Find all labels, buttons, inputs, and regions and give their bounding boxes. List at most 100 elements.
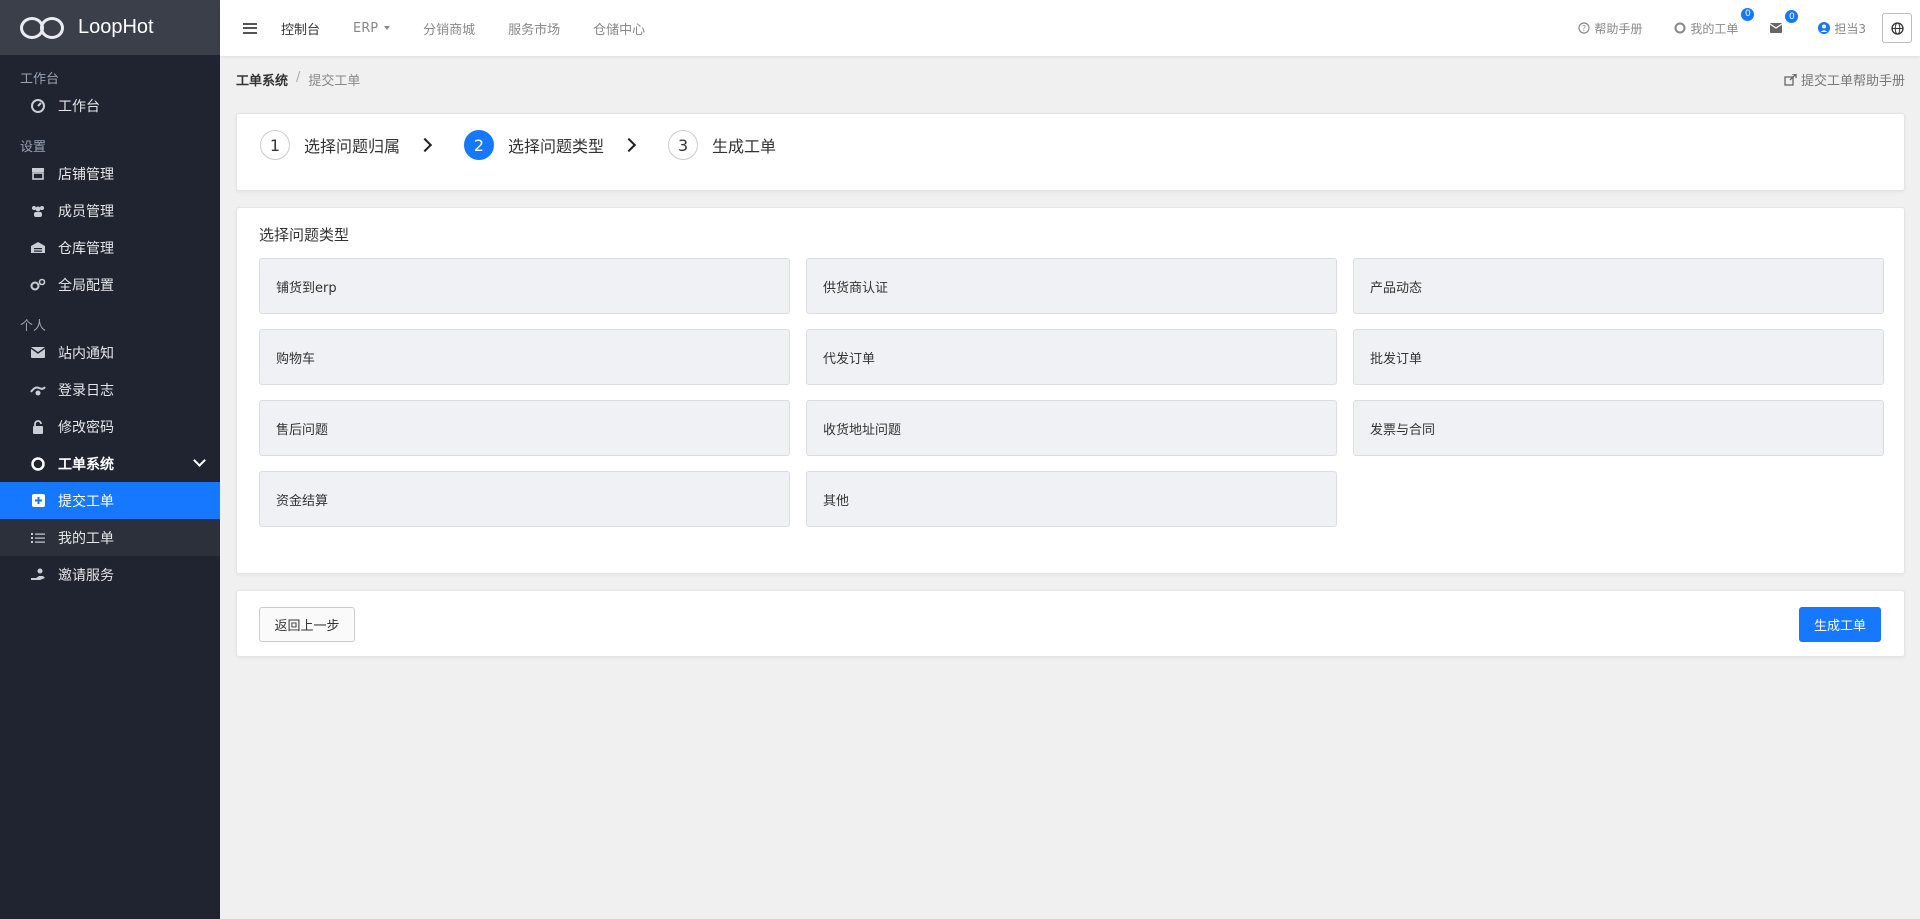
nav-erp-dropdown[interactable]: ERP	[353, 20, 391, 36]
mail-badge: 0	[1785, 10, 1799, 23]
users-icon	[30, 203, 46, 219]
sidebar-item-label: 修改密码	[58, 419, 114, 436]
step-3: 3 生成工单	[668, 130, 776, 160]
cogs-icon	[30, 277, 46, 293]
language-button[interactable]	[1882, 13, 1912, 43]
user-circle-icon	[1818, 22, 1831, 34]
issue-type-grid: 铺货到erp 供货商认证 产品动态 购物车 代发订单 批发订单 售后问题 收货地…	[259, 258, 1884, 527]
envelope-icon	[30, 345, 46, 361]
nav-erp-label: ERP	[353, 20, 379, 36]
issue-type-option[interactable]: 铺货到erp	[259, 258, 790, 314]
sidebar-item-warehouse[interactable]: 仓库管理	[0, 229, 220, 266]
steps-card: 1 选择问题归属 2 选择问题类型 3 生成工单	[236, 113, 1905, 191]
sidebar-item-members[interactable]: 成员管理	[0, 192, 220, 229]
sidebar-item-ticket-system[interactable]: 工单系统	[0, 445, 220, 482]
step-1: 1 选择问题归属	[260, 130, 400, 160]
globe-icon	[1890, 21, 1904, 35]
external-link-icon	[1784, 73, 1797, 86]
issue-type-option[interactable]: 售后问题	[259, 400, 790, 456]
sidebar-item-notifications[interactable]: 站内通知	[0, 334, 220, 371]
menu-toggle-icon[interactable]	[243, 22, 257, 34]
my-tickets-badge: 0	[1741, 7, 1755, 21]
chevron-right-icon	[621, 137, 637, 153]
sidebar-item-label: 成员管理	[58, 203, 114, 220]
issue-type-option[interactable]: 资金结算	[259, 471, 790, 527]
sidebar-item-login-log[interactable]: 登录日志	[0, 371, 220, 408]
sidebar-item-label: 邀请服务	[58, 567, 114, 584]
sidebar-item-label: 提交工单	[58, 493, 114, 510]
step-label: 生成工单	[712, 137, 777, 156]
plus-square-icon	[30, 493, 46, 509]
issue-type-card: 选择问题类型 铺货到erp 供货商认证 产品动态 购物车 代发订单 批发订单 售…	[236, 207, 1905, 574]
breadcrumb: 工单系统 / 提交工单	[236, 70, 360, 89]
section-title-personal: 个人	[20, 319, 47, 334]
fingerprint-icon	[30, 382, 46, 398]
dashboard-icon	[30, 98, 46, 114]
hand-icon	[30, 567, 46, 583]
help-manual-link[interactable]: ? 帮助手册	[1578, 20, 1642, 37]
my-tickets-label: 我的工单	[1690, 21, 1739, 36]
stepper: 1 选择问题归属 2 选择问题类型 3 生成工单	[260, 130, 776, 160]
lifebuoy-icon	[30, 456, 46, 472]
sidebar-item-label: 登录日志	[58, 382, 114, 399]
infinity-logo-icon	[20, 16, 66, 39]
user-menu[interactable]: 担当3	[1818, 20, 1866, 37]
issue-type-option[interactable]: 批发订单	[1353, 329, 1884, 385]
chevron-down-icon	[193, 454, 206, 467]
warehouse-icon	[30, 240, 46, 256]
sidebar-item-label: 仓库管理	[58, 240, 114, 257]
sidebar-item-label: 工单系统	[58, 456, 114, 473]
top-bar: 控制台 ERP 分销商城 服务市场 仓储中心 ? 帮助手册 我的工单 0 0 担…	[220, 0, 1920, 56]
step-2: 2 选择问题类型	[464, 130, 604, 160]
sidebar-item-label: 全局配置	[58, 277, 114, 294]
section-title-settings: 设置	[20, 140, 47, 155]
sidebar-item-workbench[interactable]: 工作台	[0, 87, 220, 124]
question-circle-icon: ?	[1578, 22, 1590, 34]
brand-name: LoopHot	[78, 16, 154, 38]
nav-console[interactable]: 控制台	[281, 19, 320, 38]
sidebar-item-label: 我的工单	[58, 530, 114, 547]
issue-type-option[interactable]: 其他	[806, 471, 1337, 527]
sidebar: LoopHot 工作台 工作台 设置 店铺管理 成员管理 仓库管理 全局配置 个…	[0, 0, 220, 919]
store-icon	[30, 166, 46, 182]
user-name: 担当3	[1834, 21, 1866, 36]
my-tickets-link[interactable]: 我的工单 0	[1674, 7, 1755, 37]
generate-ticket-button[interactable]: 生成工单	[1799, 607, 1881, 642]
sidebar-item-label: 站内通知	[58, 345, 114, 362]
sidebar-item-submit-ticket[interactable]: 提交工单	[0, 482, 220, 519]
svg-text:?: ?	[1582, 24, 1586, 33]
issue-type-option[interactable]: 供货商认证	[806, 258, 1337, 314]
actions-card: 返回上一步 生成工单	[236, 590, 1905, 657]
issue-type-option[interactable]: 代发订单	[806, 329, 1337, 385]
breadcrumb-separator: /	[296, 70, 301, 85]
step-number: 3	[668, 130, 699, 160]
sidebar-item-label: 店铺管理	[58, 166, 114, 183]
step-number: 1	[260, 130, 290, 160]
step-number: 2	[464, 130, 495, 160]
sidebar-item-store[interactable]: 店铺管理	[0, 155, 220, 192]
breadcrumb-root[interactable]: 工单系统	[236, 70, 288, 89]
nav-distribution-mall[interactable]: 分销商城	[423, 19, 475, 38]
caret-down-icon	[384, 26, 391, 30]
chevron-right-icon	[417, 137, 433, 153]
logo[interactable]: LoopHot	[0, 0, 220, 55]
step-label: 选择问题类型	[508, 137, 605, 156]
sidebar-item-global-config[interactable]: 全局配置	[0, 266, 220, 303]
back-button[interactable]: 返回上一步	[259, 607, 355, 642]
sidebar-item-label: 工作台	[58, 98, 100, 115]
issue-type-option[interactable]: 发票与合同	[1353, 400, 1884, 456]
mail-link[interactable]: 0	[1770, 10, 1799, 34]
sidebar-item-change-password[interactable]: 修改密码	[0, 408, 220, 445]
submit-ticket-help-link[interactable]: 提交工单帮助手册	[1784, 70, 1905, 89]
nav-service-market[interactable]: 服务市场	[508, 19, 560, 38]
envelope-icon	[1770, 22, 1783, 34]
issue-type-option[interactable]: 收货地址问题	[806, 400, 1337, 456]
issue-type-option[interactable]: 购物车	[259, 329, 790, 385]
lock-icon	[30, 419, 46, 435]
help-link-label: 提交工单帮助手册	[1800, 74, 1905, 89]
sidebar-item-invite-service[interactable]: 邀请服务	[0, 556, 220, 593]
sidebar-item-my-tickets[interactable]: 我的工单	[0, 519, 220, 556]
nav-warehouse-center[interactable]: 仓储中心	[593, 19, 645, 38]
issue-type-option[interactable]: 产品动态	[1353, 258, 1884, 314]
list-icon	[30, 530, 46, 546]
